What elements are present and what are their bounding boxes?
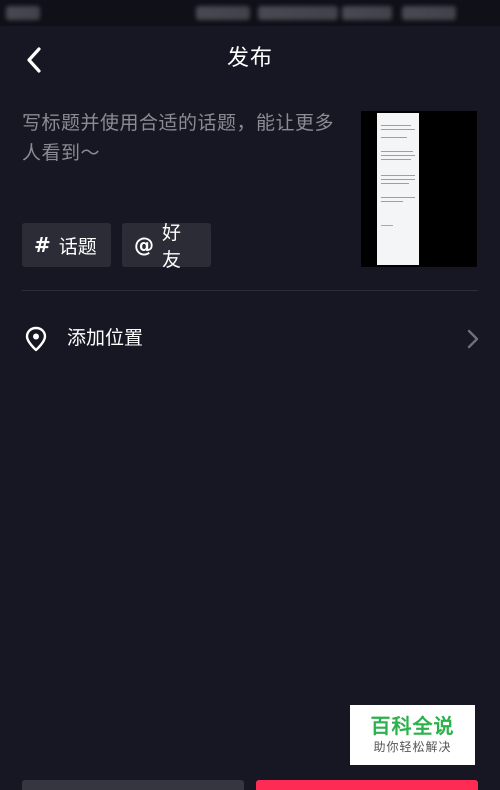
watermark-logo: 百科全说 助你轻松解决: [350, 705, 475, 765]
status-battery-blur: [402, 6, 456, 20]
status-signal-blur: [342, 6, 392, 20]
publish-button[interactable]: [256, 780, 478, 790]
status-time-blur: [6, 6, 40, 20]
at-sign-icon: @: [134, 233, 154, 257]
add-location-label: 添加位置: [67, 327, 144, 349]
save-draft-button[interactable]: [22, 780, 244, 790]
watermark-subtitle: 助你轻松解决: [373, 740, 452, 754]
divider: [22, 290, 478, 291]
status-bar: [0, 0, 500, 26]
topic-chip-label: 话题: [58, 235, 97, 258]
page-title: 发布: [226, 46, 273, 71]
chevron-right-icon: [467, 329, 479, 349]
status-icons-blur: [258, 6, 338, 20]
add-location-row[interactable]: 添加位置: [0, 312, 500, 366]
watermark-title: 百科全说: [370, 714, 455, 738]
cover-preview-image: [377, 113, 419, 265]
caption-input[interactable]: 写标题并使用合适的话题，能让更多人看到～: [22, 108, 342, 208]
friends-chip[interactable]: @ 好友: [122, 222, 211, 271]
status-speed-blur: [196, 6, 250, 20]
publish-screen: 发布 写标题并使用合适的话题，能让更多人看到～ # 话题 @ 好友 添加位置 百…: [0, 0, 500, 790]
topic-chip[interactable]: # 话题: [22, 223, 111, 267]
friends-chip-label: 好友: [162, 222, 182, 271]
location-pin-icon: [25, 326, 47, 352]
cover-thumbnail[interactable]: [361, 111, 477, 267]
hashtag-icon: #: [34, 233, 51, 257]
